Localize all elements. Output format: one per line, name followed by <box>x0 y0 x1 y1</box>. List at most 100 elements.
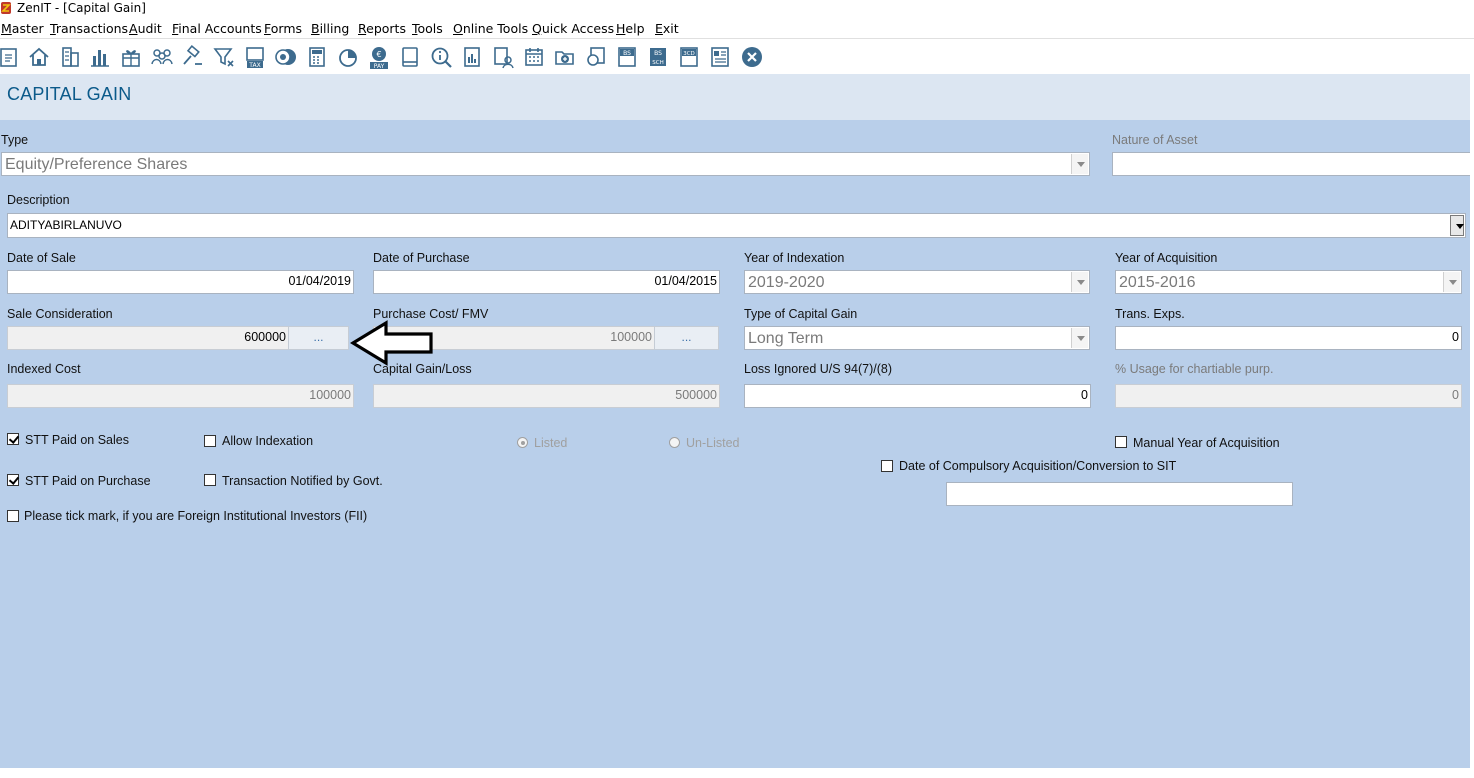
loss-ignored-label: Loss Ignored U/S 94(7)/(8) <box>744 362 892 376</box>
menu-forms[interactable]: Forms <box>264 21 302 36</box>
date-of-sale-field[interactable]: 01/04/2019 <box>7 270 354 294</box>
fii-label: Please tick mark, if you are Foreign Ins… <box>24 509 368 523</box>
add-folder-icon[interactable] <box>552 44 578 70</box>
nature-of-asset-label: Nature of Asset <box>1112 133 1198 147</box>
calendar-icon[interactable] <box>521 44 547 70</box>
year-of-indexation-label: Year of Indexation <box>744 251 845 265</box>
date-of-purchase-field[interactable]: 01/04/2015 <box>373 270 720 294</box>
menu-final-accounts[interactable]: Final Accounts <box>172 21 262 36</box>
menu-quick-access[interactable]: Quick Access <box>532 21 614 36</box>
type-value: Equity/Preference Shares <box>5 156 188 173</box>
chevron-down-icon[interactable] <box>1071 272 1088 292</box>
fii-checkbox[interactable] <box>7 510 19 522</box>
menu-audit[interactable]: Audit <box>129 21 162 36</box>
pointer-arrow-icon <box>350 320 433 366</box>
capital-gain-loss-field: 500000 <box>373 384 720 408</box>
menu-reports[interactable]: Reports <box>358 21 406 36</box>
purchase-cost-details-button[interactable]: ... <box>654 326 719 350</box>
menu-bar: Master Transactions Audit Final Accounts… <box>0 19 1474 39</box>
type-label: Type <box>1 133 29 147</box>
svg-text:€: € <box>376 50 381 59</box>
menu-online-tools[interactable]: Online Tools <box>453 21 528 36</box>
title-bar: ZenIT - [Capital Gain] <box>0 0 1474 18</box>
bs-icon[interactable]: BS <box>614 44 640 70</box>
home-icon[interactable] <box>26 44 52 70</box>
search-info-icon[interactable] <box>428 44 454 70</box>
allow-indexation-checkbox[interactable] <box>204 435 216 447</box>
compulsory-acquisition-checkbox[interactable] <box>881 460 893 472</box>
date-of-purchase-label: Date of Purchase <box>373 251 470 265</box>
stt-paid-purchase-checkbox[interactable] <box>7 474 19 486</box>
page-header: CAPITAL GAIN <box>0 74 1470 120</box>
year-of-acquisition-select[interactable]: 2015-2016 <box>1115 270 1462 294</box>
form-icon[interactable] <box>707 44 733 70</box>
pie-chart-icon[interactable] <box>335 44 361 70</box>
page-title: CAPITAL GAIN <box>7 84 132 104</box>
gavel-icon[interactable] <box>180 44 206 70</box>
tax-icon[interactable]: TAX <box>242 44 268 70</box>
close-circle-icon[interactable] <box>739 44 765 70</box>
group-icon[interactable] <box>149 44 175 70</box>
usage-charitable-field: 0 <box>1115 384 1462 408</box>
stt-paid-sales-checkbox[interactable] <box>7 433 19 445</box>
gift-icon[interactable] <box>118 44 144 70</box>
listed-label: Listed <box>534 436 568 450</box>
menu-billing[interactable]: Billing <box>311 21 349 36</box>
copy-search-icon[interactable] <box>583 44 609 70</box>
svg-text:TAX: TAX <box>248 62 260 69</box>
book-icon[interactable] <box>397 44 423 70</box>
type-select[interactable]: Equity/Preference Shares <box>1 152 1090 176</box>
user-report-icon[interactable] <box>490 44 516 70</box>
allow-indexation-label: Allow Indexation <box>222 434 314 448</box>
building-icon[interactable] <box>57 44 83 70</box>
app-logo-icon <box>1 2 11 14</box>
nature-of-asset-field[interactable] <box>1112 152 1470 176</box>
menu-transactions[interactable]: Transactions <box>50 21 128 36</box>
bs-sch-icon[interactable]: BS SCH <box>645 44 671 70</box>
manual-year-label: Manual Year of Acquisition <box>1133 436 1280 450</box>
svg-text:SCH: SCH <box>652 60 663 66</box>
svg-text:3CD: 3CD <box>683 51 695 57</box>
stt-paid-purchase-label: STT Paid on Purchase <box>25 474 151 488</box>
notified-by-govt-checkbox[interactable] <box>204 474 216 486</box>
chevron-down-icon[interactable] <box>1450 215 1464 236</box>
description-select[interactable]: ADITYABIRLANUVO <box>7 213 1466 238</box>
listed-radio[interactable] <box>517 437 528 448</box>
refresh-icon[interactable] <box>0 44 22 70</box>
trans-exps-field[interactable]: 0 <box>1115 326 1462 350</box>
chevron-down-icon[interactable] <box>1071 154 1088 174</box>
chevron-down-icon[interactable] <box>1071 328 1088 348</box>
svg-text:BS: BS <box>623 50 631 57</box>
unlisted-label: Un-Listed <box>686 436 740 450</box>
filter-icon[interactable] <box>211 44 237 70</box>
chevron-down-icon[interactable] <box>1443 272 1460 292</box>
svg-text:BS: BS <box>654 50 662 57</box>
date-of-sale-label: Date of Sale <box>7 251 76 265</box>
year-of-indexation-select[interactable]: 2019-2020 <box>744 270 1090 294</box>
menu-help[interactable]: Help <box>616 21 645 36</box>
manual-year-checkbox[interactable] <box>1115 436 1127 448</box>
bar-chart-icon[interactable] <box>87 44 113 70</box>
report-icon[interactable] <box>459 44 485 70</box>
unlisted-radio[interactable] <box>669 437 680 448</box>
toolbar: TAX € PAY BS BS SCH 3CD <box>0 40 1474 74</box>
compulsory-acquisition-label: Date of Compulsory Acquisition/Conversio… <box>899 459 1177 473</box>
loss-ignored-field[interactable]: 0 <box>744 384 1091 408</box>
menu-tools[interactable]: Tools <box>412 21 443 36</box>
3cd-icon[interactable]: 3CD <box>676 44 702 70</box>
compulsory-acquisition-date-field[interactable] <box>946 482 1293 506</box>
sale-consideration-field[interactable]: 600000 <box>7 326 289 350</box>
menu-exit[interactable]: Exit <box>655 21 679 36</box>
pay-icon[interactable]: € PAY <box>366 44 392 70</box>
notified-by-govt-label: Transaction Notified by Govt. <box>222 474 383 488</box>
coins-icon[interactable] <box>273 44 299 70</box>
window-title: ZenIT - [Capital Gain] <box>17 1 146 15</box>
capital-gain-loss-label: Capital Gain/Loss <box>373 362 472 376</box>
description-label: Description <box>7 193 70 207</box>
sale-consideration-details-button[interactable]: ... <box>288 326 349 350</box>
trans-exps-label: Trans. Exps. <box>1115 307 1185 321</box>
calculator-icon[interactable] <box>304 44 330 70</box>
menu-master[interactable]: Master <box>1 21 44 36</box>
type-of-capital-gain-select[interactable]: Long Term <box>744 326 1090 350</box>
svg-text:PAY: PAY <box>374 63 385 70</box>
